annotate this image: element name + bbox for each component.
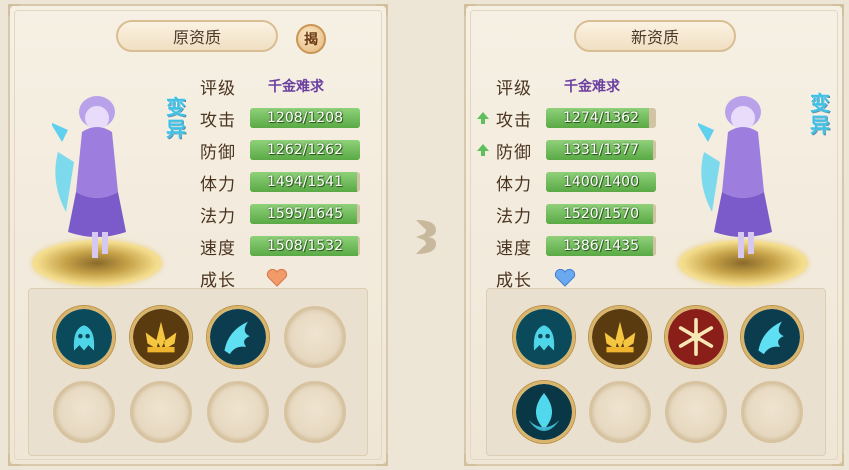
rating-value: 千金难求 bbox=[268, 79, 324, 95]
panel-title: 新资质 bbox=[574, 20, 736, 52]
rating-value: 千金难求 bbox=[564, 79, 620, 95]
original-aptitude-panel: 原资质 揭 变异 评级 千金难求 攻击 1208/1208 防御 1262/12… bbox=[8, 4, 388, 466]
skill-grid bbox=[28, 288, 368, 456]
reveal-button[interactable]: 揭 bbox=[296, 24, 326, 54]
empty-skill-slot[interactable] bbox=[284, 381, 346, 443]
stats-list: 评级 千金难求 攻击 1208/1208 防御 1262/1262 体力 149… bbox=[200, 70, 390, 294]
stat-value: 1595/1645 bbox=[267, 206, 343, 222]
stat-bar: 1274/1362 bbox=[546, 108, 656, 128]
stat-row-magic: 法力 1520/1570 bbox=[496, 198, 686, 230]
rating-row: 评级 千金难求 bbox=[496, 70, 686, 102]
stat-bar: 1208/1208 bbox=[250, 108, 360, 128]
stat-label: 攻击 bbox=[496, 110, 532, 131]
stat-label: 防御 bbox=[496, 142, 532, 163]
stat-value: 1508/1532 bbox=[267, 238, 343, 254]
pet-sprite bbox=[52, 96, 126, 258]
ghost-spirit-skill-icon[interactable] bbox=[53, 306, 115, 368]
empty-skill-slot[interactable] bbox=[207, 381, 269, 443]
empty-skill-slot[interactable] bbox=[741, 381, 803, 443]
pet-figure-new bbox=[678, 66, 818, 286]
stat-value: 1208/1208 bbox=[267, 110, 343, 126]
panel-title: 原资质 bbox=[116, 20, 278, 52]
stat-label: 法力 bbox=[496, 206, 532, 227]
rating-label: 评级 bbox=[496, 78, 532, 99]
stat-label: 速度 bbox=[496, 238, 532, 259]
stat-label: 速度 bbox=[200, 238, 236, 259]
stat-row-defense: 防御 1262/1262 bbox=[200, 134, 390, 166]
stat-bar: 1386/1435 bbox=[546, 236, 656, 256]
golden-lotus-skill-icon[interactable] bbox=[589, 306, 651, 368]
stat-label: 体力 bbox=[200, 174, 236, 195]
stat-row-attack: 攻击 1208/1208 bbox=[200, 102, 390, 134]
pet-sprite bbox=[698, 96, 772, 258]
empty-skill-slot[interactable] bbox=[130, 381, 192, 443]
growth-label: 成长 bbox=[496, 270, 532, 291]
stat-label: 防御 bbox=[200, 142, 236, 163]
stat-row-stamina: 体力 1494/1541 bbox=[200, 166, 390, 198]
rating-label: 评级 bbox=[200, 78, 236, 99]
rating-row: 评级 千金难求 bbox=[200, 70, 390, 102]
stat-bar: 1508/1532 bbox=[250, 236, 360, 256]
cyan-flame-skill-icon[interactable] bbox=[513, 381, 575, 443]
stat-label: 法力 bbox=[200, 206, 236, 227]
empty-skill-slot[interactable] bbox=[665, 381, 727, 443]
stat-label: 体力 bbox=[496, 174, 532, 195]
stat-bar: 1494/1541 bbox=[250, 172, 360, 192]
skill-grid bbox=[486, 288, 826, 456]
stat-row-speed: 速度 1386/1435 bbox=[496, 230, 686, 262]
ice-wing-skill-icon[interactable] bbox=[741, 306, 803, 368]
stat-bar: 1400/1400 bbox=[546, 172, 656, 192]
blue-heart-icon bbox=[554, 269, 576, 287]
stat-value: 1262/1262 bbox=[267, 142, 343, 158]
transition-arrow-icon bbox=[416, 220, 436, 254]
stats-list: 评级 千金难求 攻击 1274/1362 防御 1331/1377 体力 140… bbox=[477, 70, 686, 294]
stat-row-attack: 攻击 1274/1362 bbox=[477, 102, 686, 134]
stat-row-defense: 防御 1331/1377 bbox=[477, 134, 686, 166]
stat-value: 1274/1362 bbox=[563, 110, 639, 126]
stat-value: 1331/1377 bbox=[563, 142, 639, 158]
pet-figure-original bbox=[32, 66, 172, 286]
orange-heart-icon bbox=[266, 269, 288, 287]
up-arrow-icon bbox=[477, 144, 489, 156]
stat-row-stamina: 体力 1400/1400 bbox=[496, 166, 686, 198]
stat-row-speed: 速度 1508/1532 bbox=[200, 230, 390, 262]
stat-bar: 1331/1377 bbox=[546, 140, 656, 160]
snowflake-skill-icon[interactable] bbox=[665, 306, 727, 368]
stat-row-magic: 法力 1595/1645 bbox=[200, 198, 390, 230]
stat-value: 1520/1570 bbox=[563, 206, 639, 222]
growth-label: 成长 bbox=[200, 270, 236, 291]
stat-bar: 1595/1645 bbox=[250, 204, 360, 224]
stat-label: 攻击 bbox=[200, 110, 236, 131]
stat-value: 1386/1435 bbox=[563, 238, 639, 254]
new-aptitude-panel: 新资质 评级 千金难求 攻击 1274/1362 防御 1331/1377 体力… bbox=[464, 4, 844, 466]
empty-skill-slot[interactable] bbox=[589, 381, 651, 443]
mutation-label: 变异 bbox=[166, 95, 186, 141]
stat-value: 1494/1541 bbox=[267, 174, 343, 190]
stat-value: 1400/1400 bbox=[563, 174, 639, 190]
stat-bar: 1262/1262 bbox=[250, 140, 360, 160]
golden-lotus-skill-icon[interactable] bbox=[130, 306, 192, 368]
stat-bar: 1520/1570 bbox=[546, 204, 656, 224]
empty-skill-slot[interactable] bbox=[284, 306, 346, 368]
ghost-spirit-skill-icon[interactable] bbox=[513, 306, 575, 368]
ice-wing-skill-icon[interactable] bbox=[207, 306, 269, 368]
up-arrow-icon bbox=[477, 112, 489, 124]
empty-skill-slot[interactable] bbox=[53, 381, 115, 443]
